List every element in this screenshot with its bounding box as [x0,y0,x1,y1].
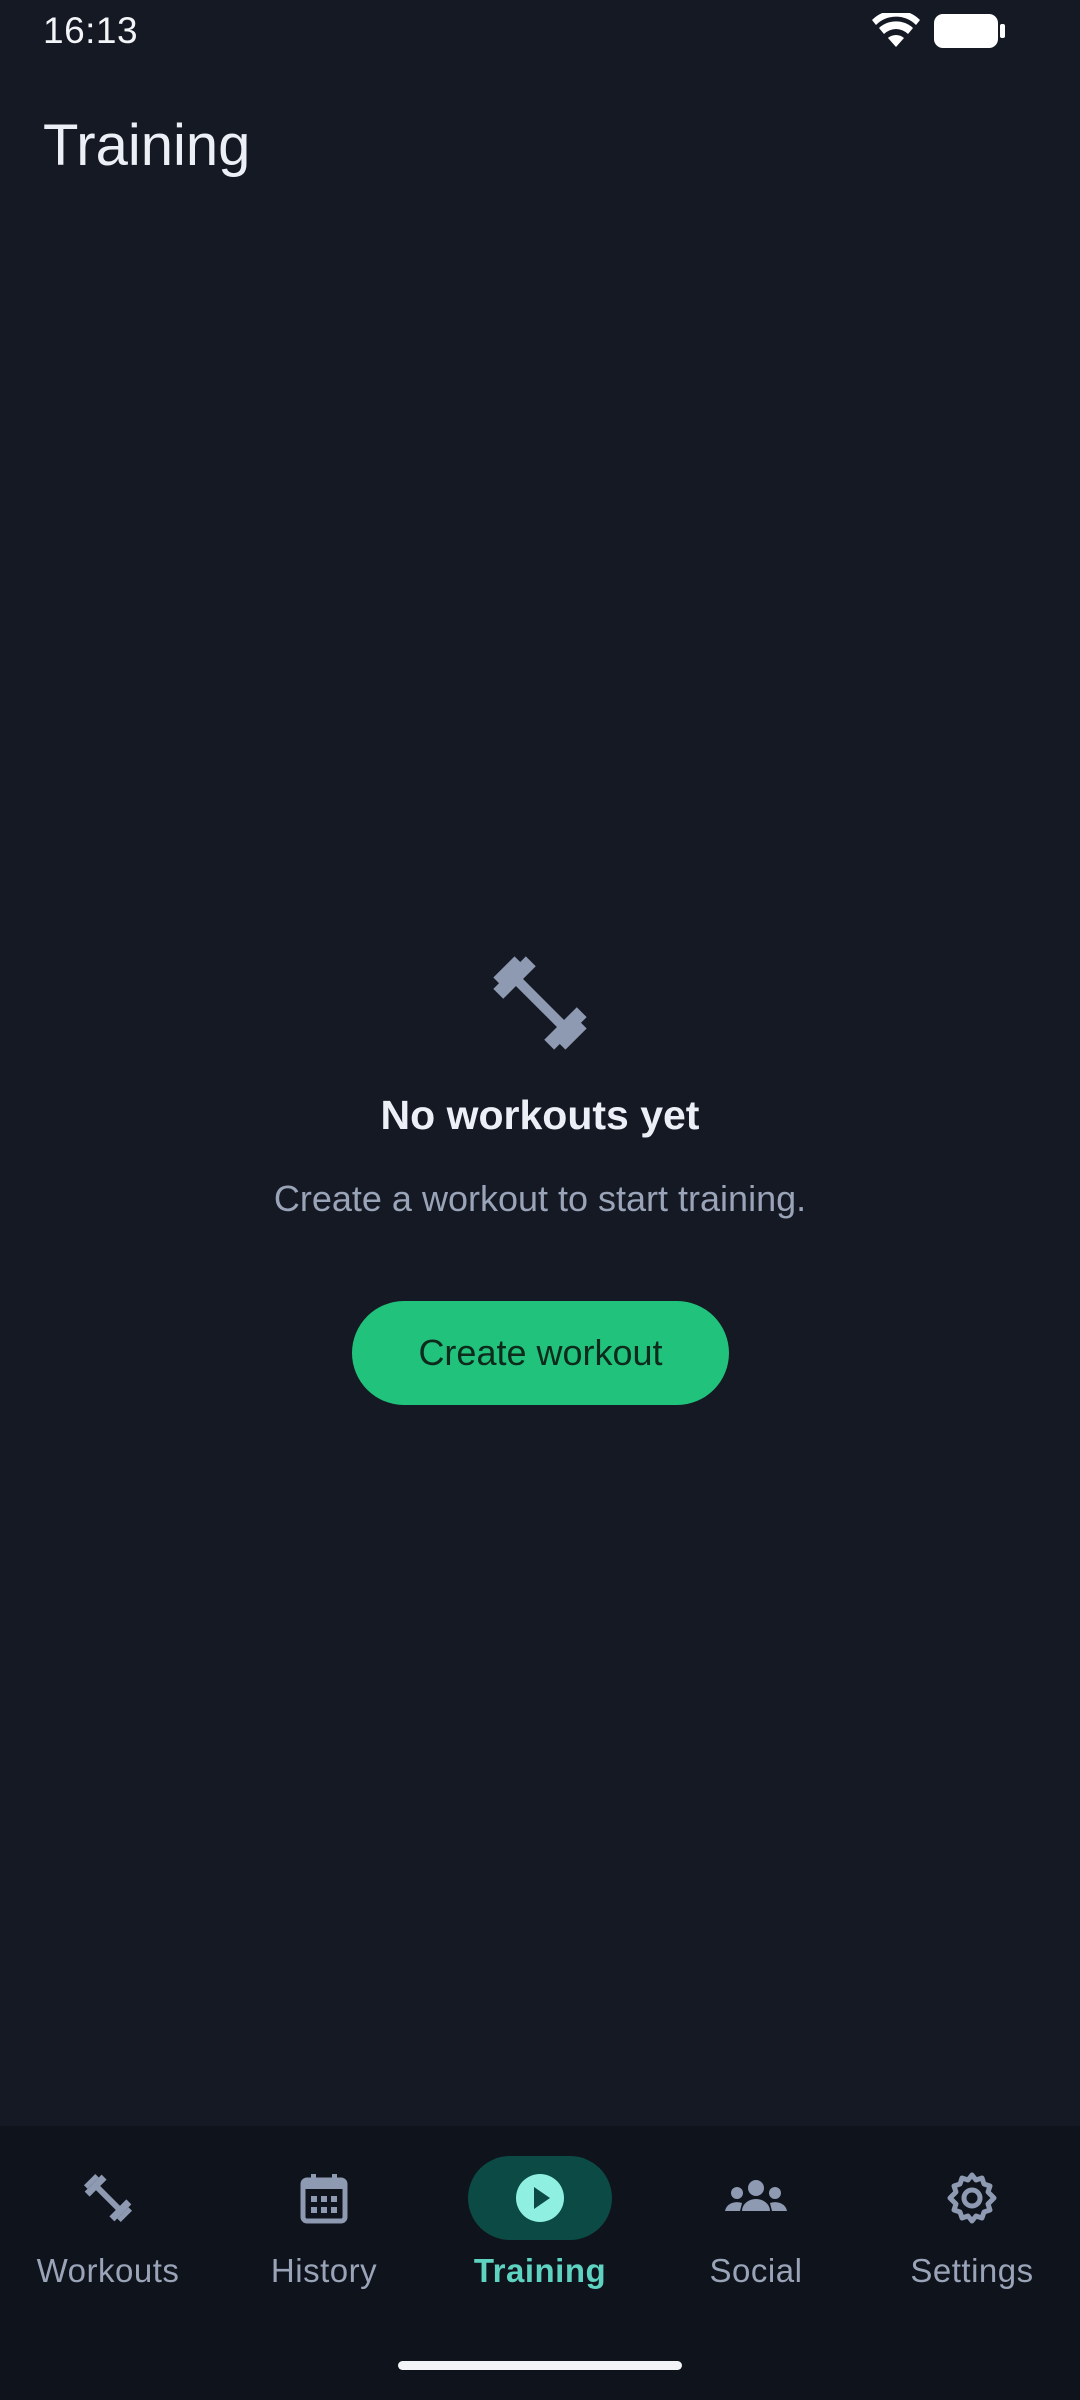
status-bar: 16:13 [0,0,1080,66]
page-title: Training [43,113,251,178]
nav-icon-container [468,2156,612,2240]
bottom-nav: Workouts History Training Social Setting… [0,2126,1080,2400]
training-screen: 16:13 Training No workouts yet Create a … [0,0,1080,2400]
wifi-icon [872,13,920,47]
group-icon [725,2180,787,2211]
nav-item-workouts[interactable]: Workouts [0,2126,216,2326]
nav-item-training[interactable]: Training [432,2126,648,2326]
empty-state-title: No workouts yet [380,1092,700,1138]
status-time: 16:13 [43,10,139,51]
home-indicator[interactable] [398,2361,682,2370]
nav-item-social[interactable]: Social [648,2126,864,2326]
battery-icon [934,14,1005,48]
nav-label-workouts: Workouts [36,2252,180,2289]
barbell-icon [493,956,587,1050]
nav-item-settings[interactable]: Settings [864,2126,1080,2326]
nav-icon-container [36,2156,180,2240]
nav-label-social: Social [709,2252,803,2289]
create-workout-button[interactable]: Create workout [352,1301,729,1405]
empty-state-subtitle: Create a workout to start training. [273,1178,807,1219]
nav-label-history: History [270,2252,378,2289]
nav-label-settings: Settings [910,2252,1034,2289]
nav-icon-container [252,2156,396,2240]
gear-icon [947,2172,997,2224]
play-icon [516,2174,564,2222]
calendar-icon [300,2174,348,2224]
nav-label-training: Training [473,2252,607,2289]
nav-icon-container [684,2156,828,2240]
barbell-icon [83,2173,133,2223]
nav-item-history[interactable]: History [216,2126,432,2326]
nav-icon-container [900,2156,1044,2240]
